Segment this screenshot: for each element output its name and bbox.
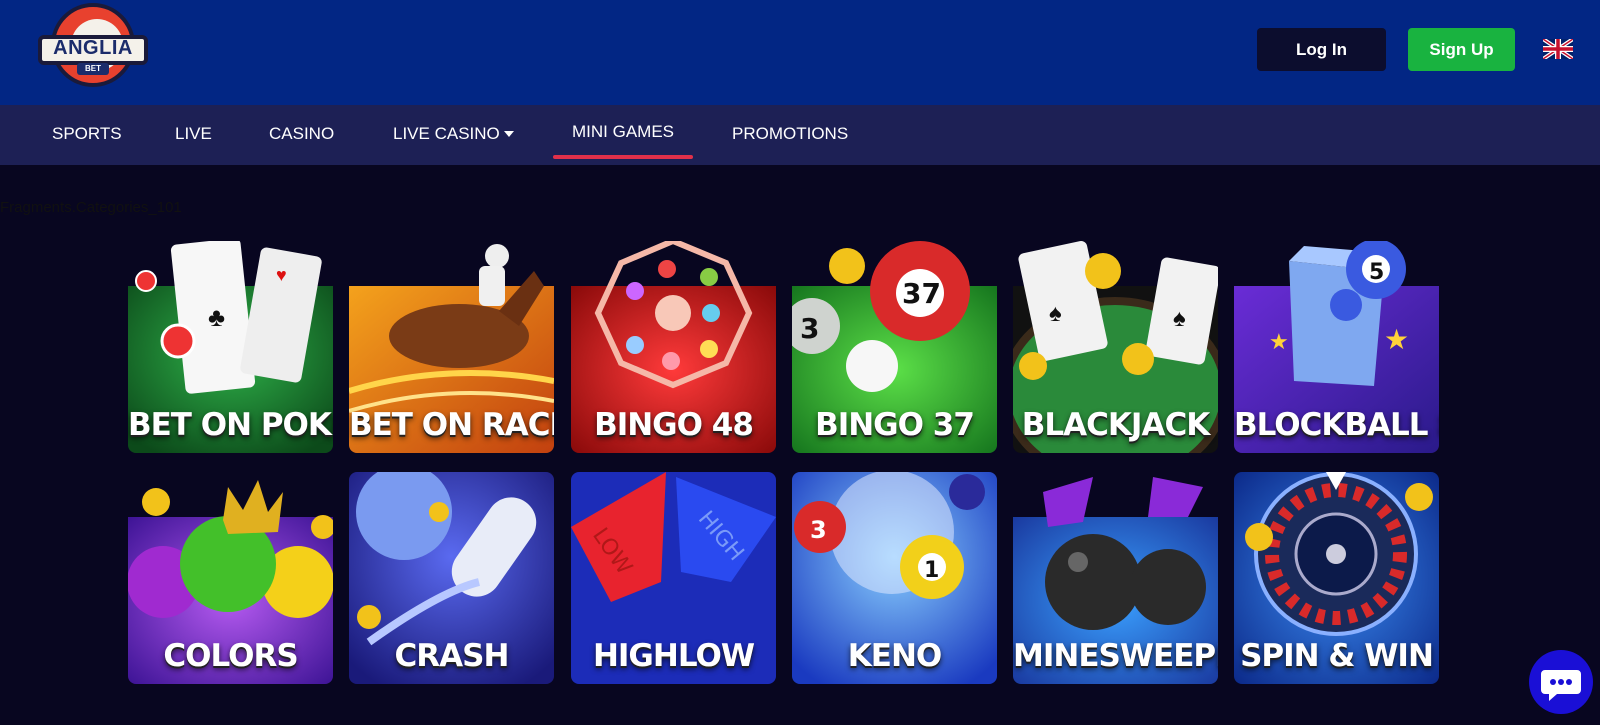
active-tab-indicator (553, 155, 693, 159)
svg-text:♥: ♥ (276, 265, 287, 285)
game-label: CRASH (394, 638, 510, 674)
anglia-bet-logo[interactable]: ANGLIA BET (38, 3, 148, 95)
nav-casino[interactable]: CASINO (269, 105, 334, 165)
login-button[interactable]: Log In (1257, 28, 1386, 71)
svg-text:3: 3 (800, 312, 819, 345)
game-label: BINGO 48 (594, 407, 754, 443)
nav-sports[interactable]: SPORTS (52, 105, 122, 165)
nav-live-casino-label: LIVE CASINO (393, 124, 500, 143)
svg-text:5: 5 (1369, 260, 1384, 285)
svg-text:♣: ♣ (208, 302, 225, 332)
game-tile-bet-on-poker[interactable]: ♣ ♥ BET ON POKER (128, 241, 333, 453)
game-label: BLACKJACK (1021, 407, 1210, 443)
game-label: MINESWEEPER (1013, 638, 1218, 674)
game-label: COLORS (163, 638, 298, 674)
game-tile-highlow[interactable]: LOW HIGH HIGHLOW (571, 472, 776, 684)
game-tile-keno[interactable]: 3 1 KENO (792, 472, 997, 684)
game-tile-colors[interactable]: COLORS (128, 472, 333, 684)
game-tile-spin-and-win[interactable]: SPIN & WIN (1234, 472, 1439, 684)
game-label: BLOCKBALL 88 (1234, 407, 1439, 443)
uk-flag-icon[interactable] (1543, 39, 1573, 59)
svg-text:37: 37 (902, 277, 941, 310)
svg-text:♠: ♠ (1173, 305, 1186, 332)
game-tile-crash[interactable]: CRASH (349, 472, 554, 684)
game-label: BINGO 37 (815, 407, 975, 443)
game-tile-blackjack[interactable]: ♠ ♠ BLACKJACK (1013, 241, 1218, 453)
game-tile-minesweeper[interactable]: MINESWEEPER (1013, 472, 1218, 684)
svg-text:♠: ♠ (1049, 300, 1062, 327)
game-label: BET ON POKER (128, 407, 333, 443)
game-tile-bingo-48[interactable]: BINGO 48 (571, 241, 776, 453)
game-label: KENO (847, 638, 943, 674)
game-label: SPIN & WIN (1240, 638, 1434, 674)
game-tile-bingo-37[interactable]: 37 3 BINGO 37 (792, 241, 997, 453)
svg-text:★: ★ (1269, 329, 1289, 354)
category-fragment-text: Fragments.Categories_101 (0, 199, 182, 216)
signup-button[interactable]: Sign Up (1408, 28, 1515, 71)
svg-text:1: 1 (924, 558, 939, 583)
game-tile-bet-on-racing[interactable]: BET ON RACING (349, 241, 554, 453)
svg-text:3: 3 (810, 516, 827, 544)
nav-promotions[interactable]: PROMOTIONS (732, 105, 848, 165)
game-label: BET ON RACING (349, 407, 554, 443)
chat-button[interactable] (1529, 650, 1593, 714)
game-label: HIGHLOW (592, 638, 755, 674)
logo-subtext: BET (77, 63, 109, 75)
nav-mini-games[interactable]: MINI GAMES (572, 103, 674, 163)
game-tile-blockball-88[interactable]: 5 ★ ★ BLOCKBALL 88 (1234, 241, 1439, 453)
svg-text:★: ★ (1384, 324, 1409, 355)
chat-bubble-icon (1541, 670, 1581, 701)
logo-text: ANGLIA (53, 37, 133, 59)
nav-live-casino[interactable]: LIVE CASINO (393, 105, 514, 165)
nav-live[interactable]: LIVE (175, 105, 212, 165)
header: ANGLIA BET Log In Sign Up (0, 0, 1600, 105)
caret-down-icon (503, 130, 514, 137)
main-nav: SPORTS LIVE CASINO LIVE CASINO MINI GAME… (0, 105, 1600, 165)
